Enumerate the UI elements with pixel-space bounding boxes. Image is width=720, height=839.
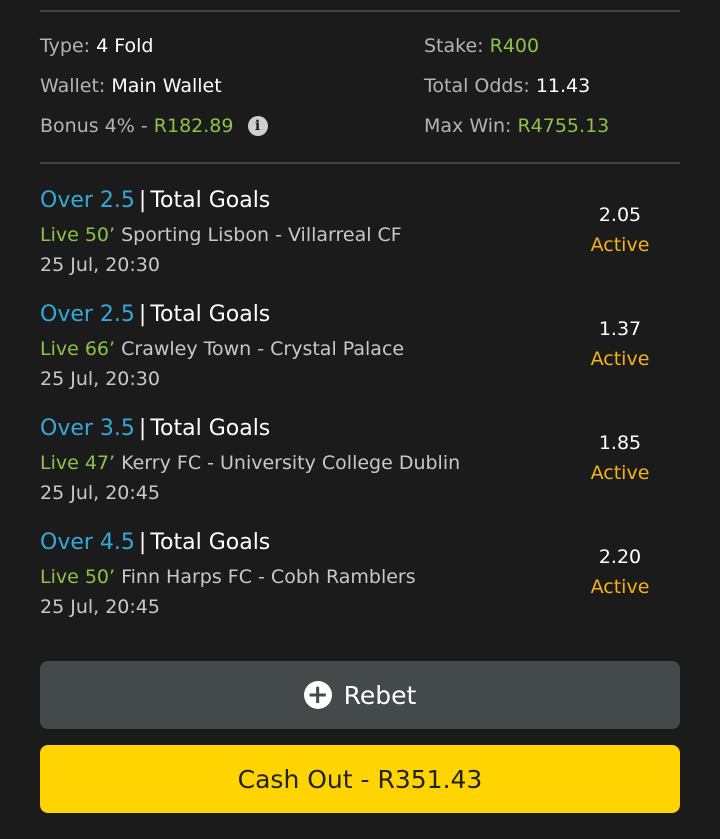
leg-selection: Over 2.5 [40,302,135,327]
leg-event: Live 47’ Kerry FC - University College D… [40,452,460,474]
leg-status: Active [590,234,650,256]
bet-leg: Over 3.5 | Total Goals Live 47’ Kerry FC -… [40,416,680,516]
leg-separator: | [138,302,147,327]
leg-selection: Over 4.5 [40,530,135,555]
bonus: Bonus 4% - R182.89 i [40,115,268,137]
leg-event-name: Sporting Lisbon - Villarreal CF [121,224,402,246]
leg-date: 25 Jul, 20:45 [40,482,160,504]
total-odds-label: Total Odds: [424,75,530,97]
leg-status: Active [590,576,650,598]
leg-event: Live 50’ Finn Harps FC - Cobh Ramblers [40,566,416,588]
leg-date: 25 Jul, 20:45 [40,596,160,618]
leg-date: 25 Jul, 20:30 [40,368,160,390]
total-odds-value: 11.43 [535,75,591,97]
bet-type: Type: 4 Fold [40,35,153,57]
leg-event: Live 66’ Crawley Town - Crystal Palace [40,338,404,360]
bet-leg: Over 2.5 | Total Goals Live 66’ Crawley To… [40,302,680,402]
leg-selection: Over 3.5 [40,416,135,441]
leg-odds: 1.85 [598,432,642,454]
leg-separator: | [138,530,147,555]
leg-market-name: Total Goals [150,530,271,555]
total-odds: Total Odds: 11.43 [424,75,590,97]
summary-divider [40,162,680,164]
top-divider [40,10,680,12]
leg-event-name: Finn Harps FC - Cobh Ramblers [121,566,416,588]
cash-out-label: Cash Out - R351.43 [237,764,483,794]
leg-live-minute: Live 66’ [40,338,116,360]
leg-odds: 2.05 [598,204,642,226]
stake: Stake: R400 [424,35,539,57]
stake-label: Stake: [424,35,484,57]
leg-selection: Over 2.5 [40,188,135,213]
leg-market: Over 2.5 | Total Goals [40,188,270,213]
leg-market-name: Total Goals [150,188,271,213]
bet-type-value: 4 Fold [96,35,154,57]
leg-event: Live 50’ Sporting Lisbon - Villarreal CF [40,224,402,246]
bet-leg: Over 2.5 | Total Goals Live 50’ Sporting L… [40,188,680,288]
leg-odds: 2.20 [598,546,642,568]
leg-separator: | [138,188,147,213]
max-win-label: Max Win: [424,115,512,137]
leg-event-name: Crawley Town - Crystal Palace [121,338,405,360]
bonus-label: Bonus 4% - [40,115,148,137]
max-win: Max Win: R4755.13 [424,115,609,137]
bonus-value: R182.89 [153,115,234,137]
wallet-value: Main Wallet [111,75,222,97]
leg-date: 25 Jul, 20:30 [40,254,160,276]
leg-event-name: Kerry FC - University College Dublin [121,452,461,474]
rebet-button[interactable]: + Rebet [40,661,680,729]
plus-circle-icon: + [303,681,332,709]
leg-market: Over 2.5 | Total Goals [40,302,270,327]
leg-live-minute: Live 50’ [40,224,116,246]
bet-leg: Over 4.5 | Total Goals Live 50’ Finn Harps… [40,530,680,630]
leg-market: Over 4.5 | Total Goals [40,530,270,555]
leg-market-name: Total Goals [150,416,271,441]
leg-status: Active [590,348,650,370]
leg-live-minute: Live 50’ [40,566,116,588]
leg-odds: 1.37 [598,318,642,340]
bet-type-label: Type: [40,35,91,57]
leg-live-minute: Live 47’ [40,452,116,474]
info-icon[interactable]: i [247,116,268,136]
stake-value: R400 [489,35,540,57]
wallet: Wallet: Main Wallet [40,75,222,97]
wallet-label: Wallet: [40,75,106,97]
leg-market: Over 3.5 | Total Goals [40,416,270,441]
rebet-label: Rebet [343,680,417,710]
leg-separator: | [138,416,147,441]
cash-out-button[interactable]: Cash Out - R351.43 [40,745,680,813]
leg-status: Active [590,462,650,484]
max-win-value: R4755.13 [517,115,610,137]
leg-market-name: Total Goals [150,302,271,327]
